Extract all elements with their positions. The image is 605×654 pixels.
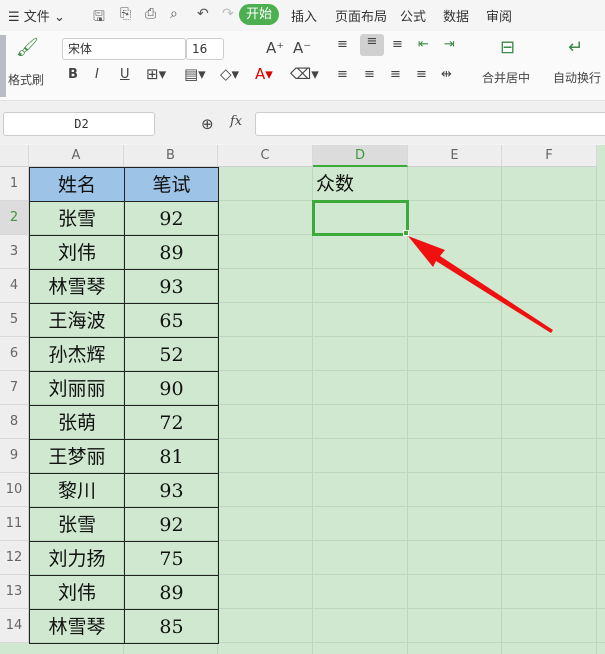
red-arrow-shape [408,236,553,333]
annotation-arrow [408,236,553,333]
